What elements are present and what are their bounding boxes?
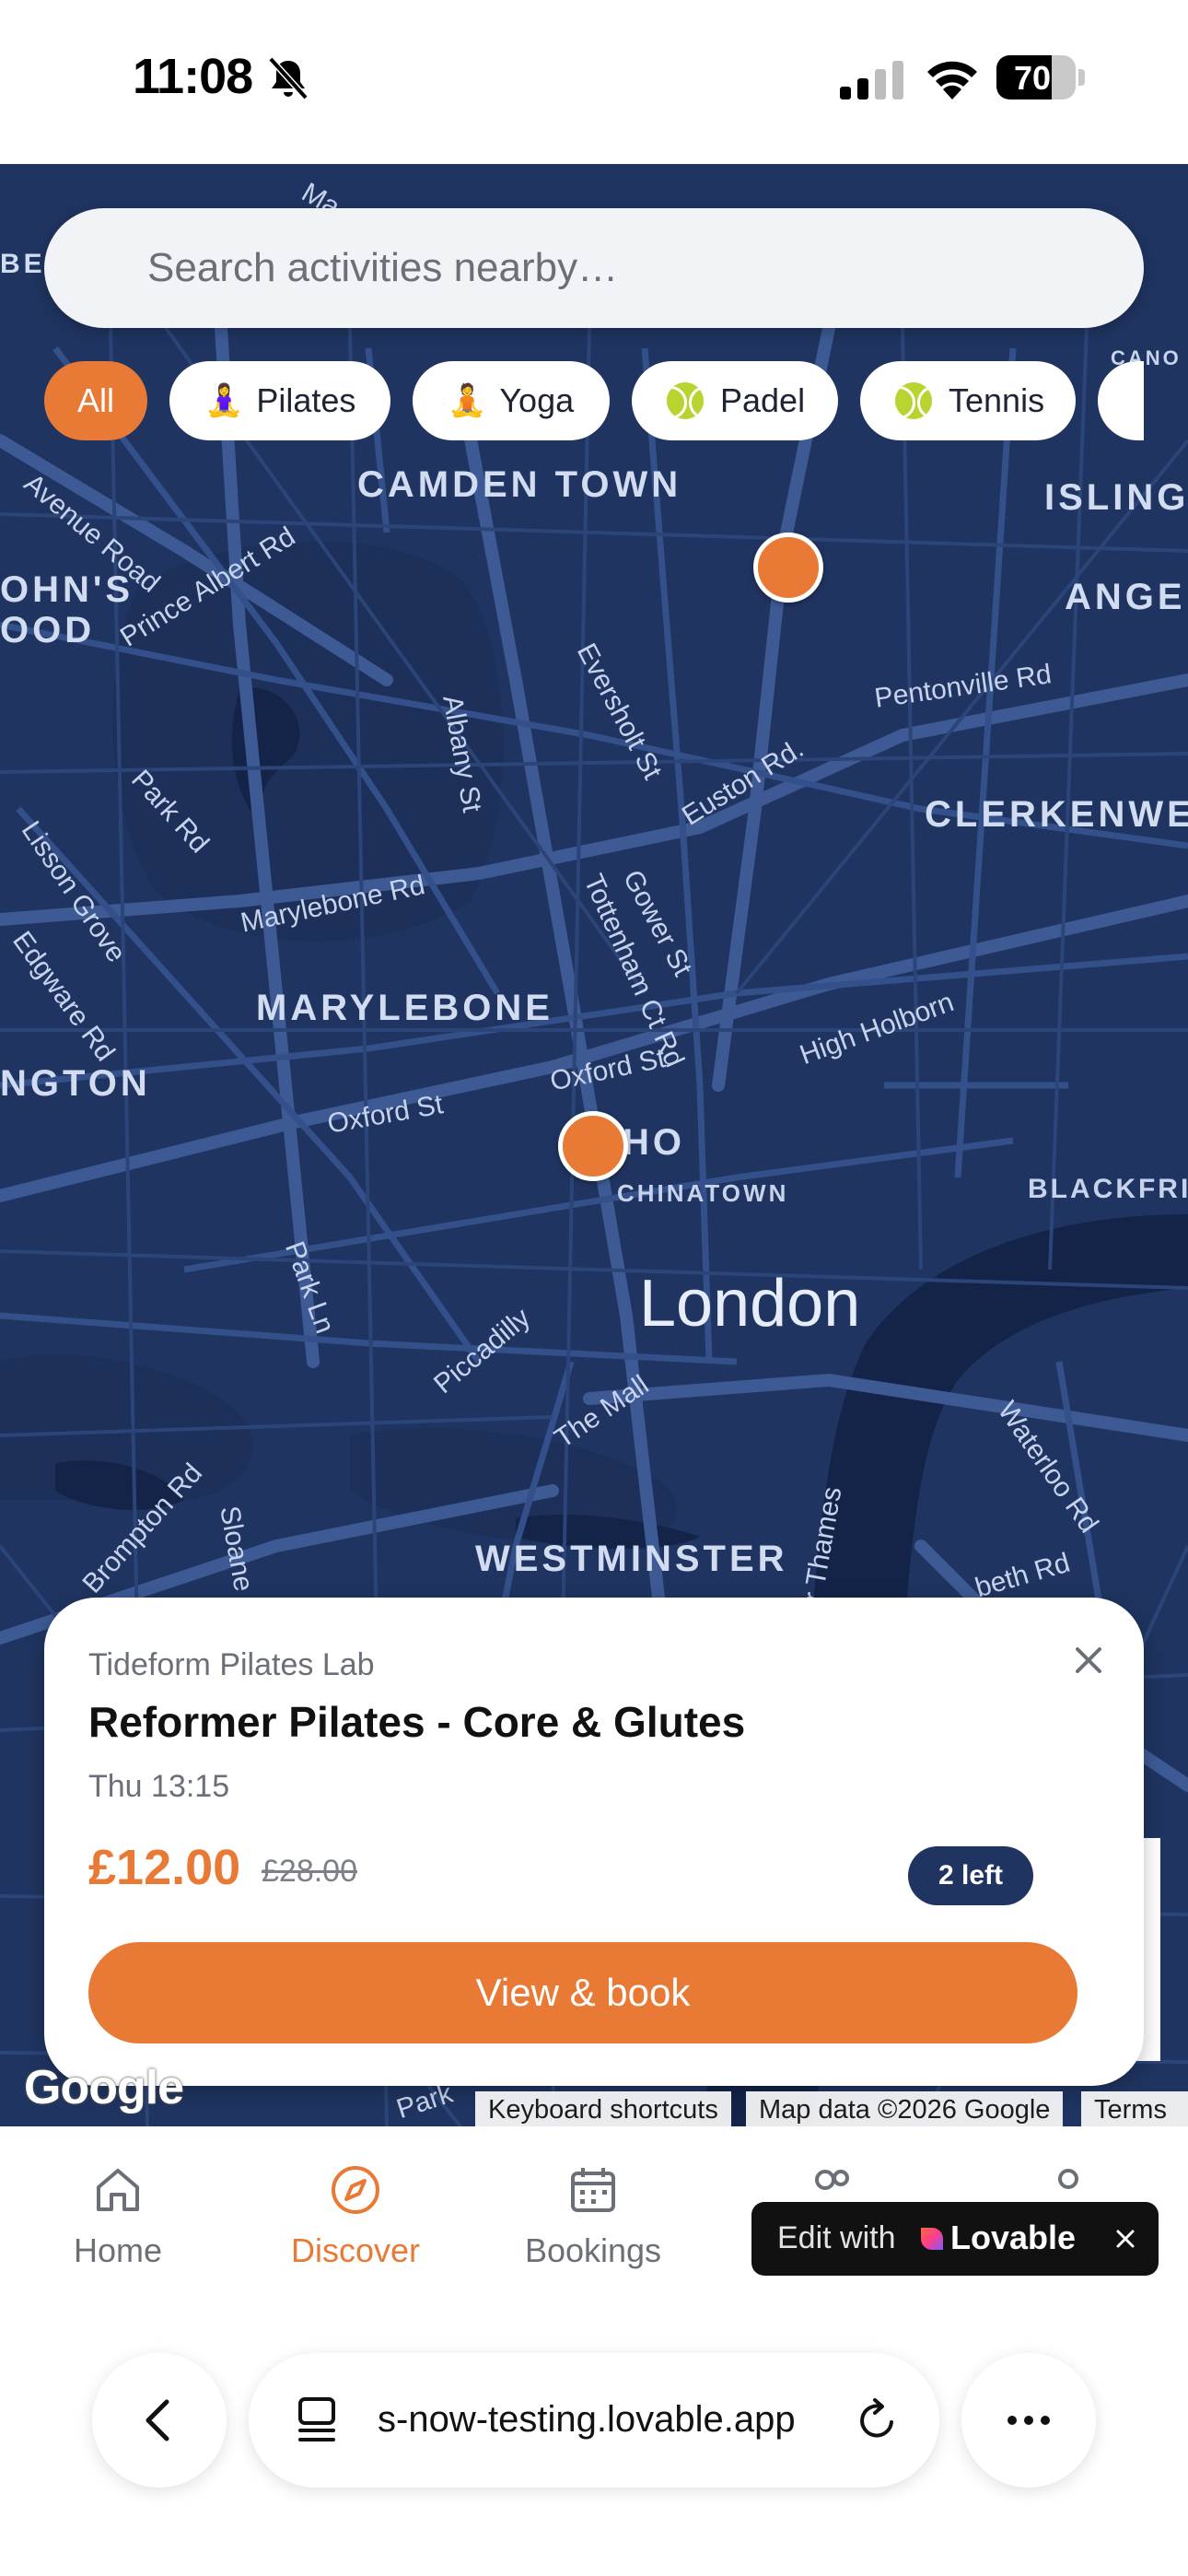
home-icon [97, 2169, 139, 2211]
filter-chips: All 🧘‍♀️ Pilates 🧘 Yoga Padel Tennis [44, 361, 1144, 440]
map-label-angel: ANGE [1065, 577, 1186, 617]
url-text: s-now-testing.lovable.app [378, 2399, 796, 2440]
keyboard-shortcuts-link[interactable]: Keyboard shortcuts [475, 2091, 731, 2128]
lovable-brand: Lovable [950, 2219, 1077, 2256]
activity-price: £12.00 [88, 1840, 241, 1895]
map-pin-selected[interactable] [558, 1111, 628, 1181]
nav-discover[interactable]: Discover [263, 2163, 448, 2270]
compass-icon [332, 2166, 379, 2214]
tennis-ball-icon [895, 382, 932, 419]
filter-chip-label: Padel [720, 381, 806, 419]
chevron-left-icon [146, 2399, 169, 2441]
map-label-clerkenwell: CLERKENWE [925, 794, 1188, 835]
nav-discover-label: Discover [290, 2231, 421, 2269]
map-label-belsize: BE [0, 249, 46, 279]
search-bar[interactable]: Search activities nearby… [44, 208, 1144, 328]
calendar-icon [571, 2168, 615, 2212]
filter-chip-yoga[interactable]: 🧘 Yoga [413, 361, 610, 440]
filter-chip-tennis[interactable]: Tennis [860, 361, 1076, 440]
person-lotus-icon: 🧘 [448, 383, 487, 418]
terms-link[interactable]: Terms [1081, 2091, 1188, 2128]
nav-bookings[interactable]: Bookings [501, 2163, 685, 2270]
filter-chip-label: Tennis [949, 381, 1045, 419]
edit-with-lovable-badge[interactable]: Edit with Lovable [751, 2202, 1159, 2276]
filter-chip-label: Pilates [256, 381, 356, 419]
cellular-signal-icon [840, 61, 903, 100]
map-label-paddington: NGTON [0, 1063, 151, 1104]
filter-chip-label: All [76, 381, 114, 419]
battery-icon: 70 [996, 55, 1085, 100]
more-horizontal-icon [1007, 2416, 1050, 2425]
view-and-book-button[interactable]: View & book [88, 1942, 1077, 2043]
activity-title: Reformer Pilates - Core & Glutes [88, 1698, 746, 1746]
map-label-islington: ISLING [1044, 477, 1188, 518]
nav-bookings-label: Bookings [524, 2231, 662, 2269]
wifi-icon [927, 61, 977, 100]
person-lotus-icon: 🧘‍♀️ [204, 383, 244, 418]
activity-time: Thu 13:15 [88, 1769, 230, 1804]
more-button[interactable] [961, 2353, 1096, 2488]
tennis-ball-icon [667, 382, 704, 419]
close-icon[interactable] [1066, 1638, 1111, 1682]
lovable-edit-text: Edit with [777, 2220, 896, 2255]
map-label-johns-wood: OHN'S [0, 569, 134, 610]
filter-chip-label: Yoga [499, 381, 575, 419]
back-button[interactable] [92, 2353, 227, 2488]
address-bar[interactable]: s-now-testing.lovable.app [249, 2353, 939, 2488]
tabs-icon [298, 2397, 335, 2441]
map-data-attribution[interactable]: Map data ©2026 Google [746, 2091, 1064, 2128]
nav-home[interactable]: Home [26, 2163, 210, 2270]
map-label-westminster: WESTMINSTER [475, 1539, 788, 1579]
map-label-london: London [639, 1267, 861, 1341]
status-bar: 11:08 70 [0, 0, 1188, 164]
filter-chip-pilates[interactable]: 🧘‍♀️ Pilates [169, 361, 390, 440]
reload-icon[interactable] [851, 2395, 903, 2446]
close-icon[interactable] [1111, 2224, 1140, 2254]
map-pin[interactable] [753, 533, 823, 603]
filter-chip-padel[interactable]: Padel [632, 361, 838, 440]
map-label-johns-wood-2: OOD [0, 610, 96, 650]
activity-card: Tideform Pilates Lab Reformer Pilates - … [44, 1598, 1144, 2086]
nav-home-label: Home [73, 2231, 163, 2269]
browser-toolbar: s-now-testing.lovable.app [0, 2292, 1188, 2576]
google-logo: Google [24, 2061, 184, 2114]
map-label-blackfriars: BLACKFRI [1028, 1174, 1188, 1204]
status-time: 11:08 [133, 49, 253, 104]
original-price: £28.00 [262, 1854, 357, 1889]
map-label-soho: HO [623, 1122, 685, 1163]
map-label-camden-town: CAMDEN TOWN [357, 464, 682, 505]
filter-chip-more[interactable] [1098, 361, 1144, 440]
spots-left-badge: 2 left [908, 1846, 1033, 1905]
bell-off-icon [268, 56, 309, 100]
filter-chip-all[interactable]: All [44, 361, 147, 440]
map-label-chinatown: CHINATOWN [617, 1179, 789, 1207]
map-label-marylebone: MARYLEBONE [256, 988, 553, 1028]
lovable-logo-icon [921, 2228, 943, 2250]
search-input[interactable]: Search activities nearby… [147, 245, 618, 291]
studio-name: Tideform Pilates Lab [88, 1647, 375, 1682]
battery-level: 70 [1013, 59, 1052, 97]
